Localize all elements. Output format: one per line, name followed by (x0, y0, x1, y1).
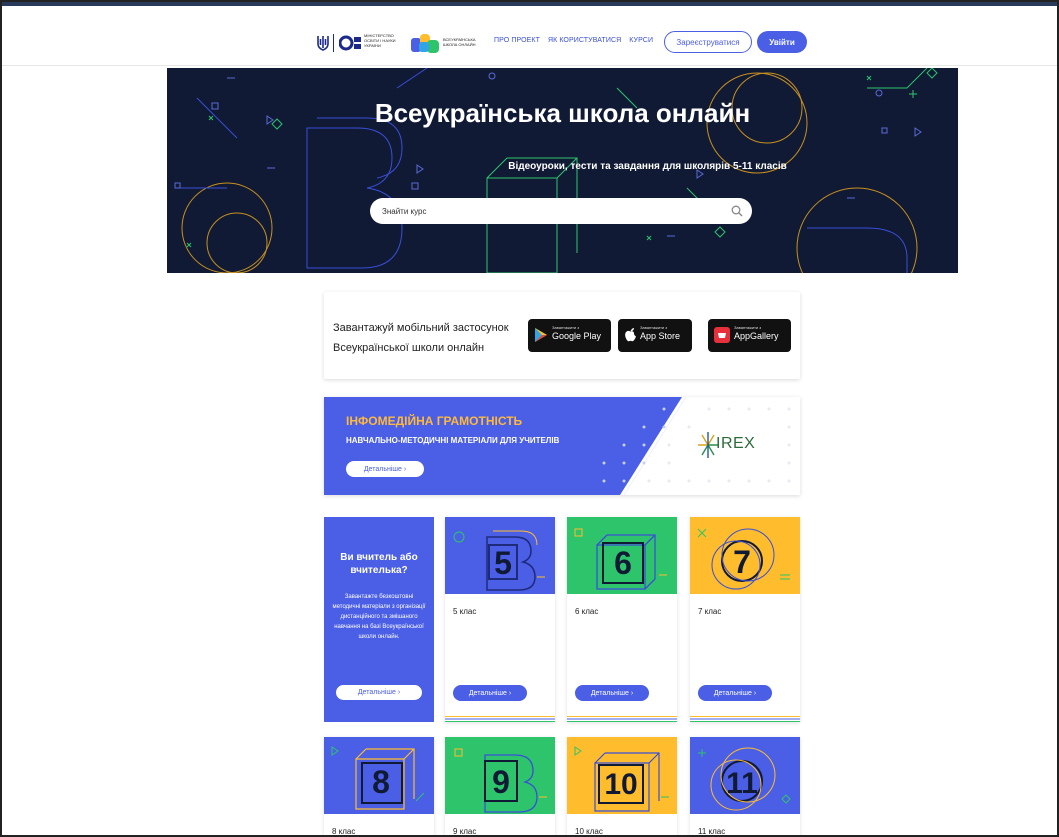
store-name: Google Play (552, 331, 602, 341)
window-top-edge (2, 2, 1057, 6)
grade-number: 7 (733, 544, 751, 580)
nav-courses[interactable]: КУРСИ (629, 37, 653, 44)
app-download-text: Завантажуй мобільний застосунок Всеукраї… (333, 322, 509, 354)
banner-title: ІНФОМЕДІЙНА ГРАМОТНІСТЬ (346, 414, 523, 428)
grade-10-thumbnail: 10 (567, 737, 677, 814)
grade-9-thumbnail: 9 (445, 737, 555, 814)
school-logo-text: ВСЕУКРАЇНСЬКА ШКОЛА ОНЛАЙН (443, 37, 476, 47)
register-button[interactable]: Зареєструватися (664, 31, 752, 53)
grade-card-8[interactable]: 8 8 клас (324, 737, 434, 836)
grade-5-thumbnail: 5 (445, 517, 555, 594)
google-play-icon (535, 328, 547, 342)
grade-details-button[interactable]: Детальніше › (453, 685, 527, 701)
grade-card-11[interactable]: 11 11 клас (690, 737, 800, 836)
grade-number: 10 (604, 768, 637, 801)
appgallery-button[interactable]: Завантажити з AppGallery (708, 319, 791, 352)
apple-icon (625, 328, 636, 342)
grade-7-thumbnail: 7 (690, 517, 800, 594)
mon-logo-icon[interactable] (339, 34, 361, 52)
irex-logo-text: IREX (716, 435, 756, 452)
grade-label: 11 клас (698, 827, 726, 836)
grade-label: 5 клас (453, 607, 477, 616)
hero-title: Всеукраїнська школа онлайн (374, 98, 751, 128)
grade-details-button[interactable]: Детальніше › (698, 685, 772, 701)
browser-viewport: МІНІСТЕРСТВО ОСВІТИ І НАУКИ УКРАЇНИ ВСЕУ… (0, 0, 1059, 837)
nav-about[interactable]: ПРО ПРОЕКТ (494, 37, 540, 44)
grade-card-10[interactable]: 10 10 клас (567, 737, 677, 836)
store-name: AppGallery (734, 331, 779, 341)
mon-logo-text: МІНІСТЕРСТВО ОСВІТИ І НАУКИ УКРАЇНИ (364, 33, 396, 48)
banner-subtitle: НАВЧАЛЬНО-МЕТОДИЧНІ МАТЕРІАЛИ ДЛЯ УЧИТЕЛ… (346, 436, 560, 445)
app-download-box: Завантажуй мобільний застосунок Всеукраї… (324, 292, 800, 379)
grade-card-6[interactable]: 6 6 клас Детальніше › (567, 517, 677, 722)
teacher-card-title: Ви вчитель або вчителька? (340, 552, 418, 576)
card-stripes (567, 716, 677, 722)
grade-card-5[interactable]: 5 5 клас Детальніше › (445, 517, 555, 722)
search-icon[interactable] (731, 205, 743, 217)
logo-divider (333, 34, 334, 52)
grade-6-thumbnail: 6 (567, 517, 677, 594)
grade-label: 7 клас (698, 607, 722, 616)
school-logo-icon[interactable] (411, 32, 441, 54)
grade-8-thumbnail: 8 (324, 737, 434, 814)
grade-number: 11 (726, 767, 758, 800)
main-nav: ПРО ПРОЕКТ ЯК КОРИСТУВАТИСЯ КУРСИ (494, 37, 653, 44)
card-stripes (690, 716, 800, 722)
grade-number: 5 (494, 545, 512, 581)
grade-label: 9 клас (453, 827, 477, 836)
grade-number: 6 (614, 545, 632, 581)
google-play-button[interactable]: Завантажити з Google Play (528, 319, 611, 352)
grade-11-thumbnail: 11 (690, 737, 800, 814)
banner-details-button[interactable]: Детальніше › (346, 461, 424, 477)
login-button[interactable]: Увійти (757, 31, 807, 53)
grade-number: 9 (492, 764, 510, 800)
hero-banner: Всеукраїнська школа онлайн Відеоуроки, т… (167, 68, 958, 273)
grade-number: 8 (372, 764, 390, 800)
teacher-card[interactable]: Ви вчитель або вчителька? Завантажте без… (324, 517, 434, 722)
store-small-text: Завантажити з (640, 325, 668, 330)
course-search (370, 198, 752, 224)
huawei-icon (714, 327, 730, 343)
teacher-card-text: Завантажте безкоштовні методичні матеріа… (332, 594, 426, 640)
store-small-text: Завантажити з (734, 325, 762, 330)
app-store-button[interactable]: Завантажити з App Store (618, 319, 692, 352)
site-header: МІНІСТЕРСТВО ОСВІТИ І НАУКИ УКРАЇНИ ВСЕУ… (2, 20, 1057, 66)
grade-label: 6 клас (575, 607, 599, 616)
grade-card-9[interactable]: 9 9 клас (445, 737, 555, 836)
store-name: App Store (640, 331, 681, 341)
grade-details-button[interactable]: Детальніше › (575, 685, 649, 701)
nav-how-to-use[interactable]: ЯК КОРИСТУВАТИСЯ (548, 37, 621, 44)
card-stripes (445, 716, 555, 722)
hero-subtitle: Відеоуроки, тести та завдання для школяр… (508, 161, 787, 172)
store-small-text: Завантажити з (552, 325, 580, 330)
grade-label: 8 клас (332, 827, 356, 836)
trident-icon[interactable] (316, 34, 330, 52)
grade-label: 10 клас (575, 827, 603, 836)
teacher-details-button[interactable]: Детальніше › (336, 685, 422, 700)
grade-card-7[interactable]: 7 7 клас Детальніше › (690, 517, 800, 722)
search-input[interactable] (382, 198, 722, 224)
infomedia-banner[interactable]: ІНФОМЕДІЙНА ГРАМОТНІСТЬ НАВЧАЛЬНО-МЕТОДИ… (324, 397, 800, 495)
